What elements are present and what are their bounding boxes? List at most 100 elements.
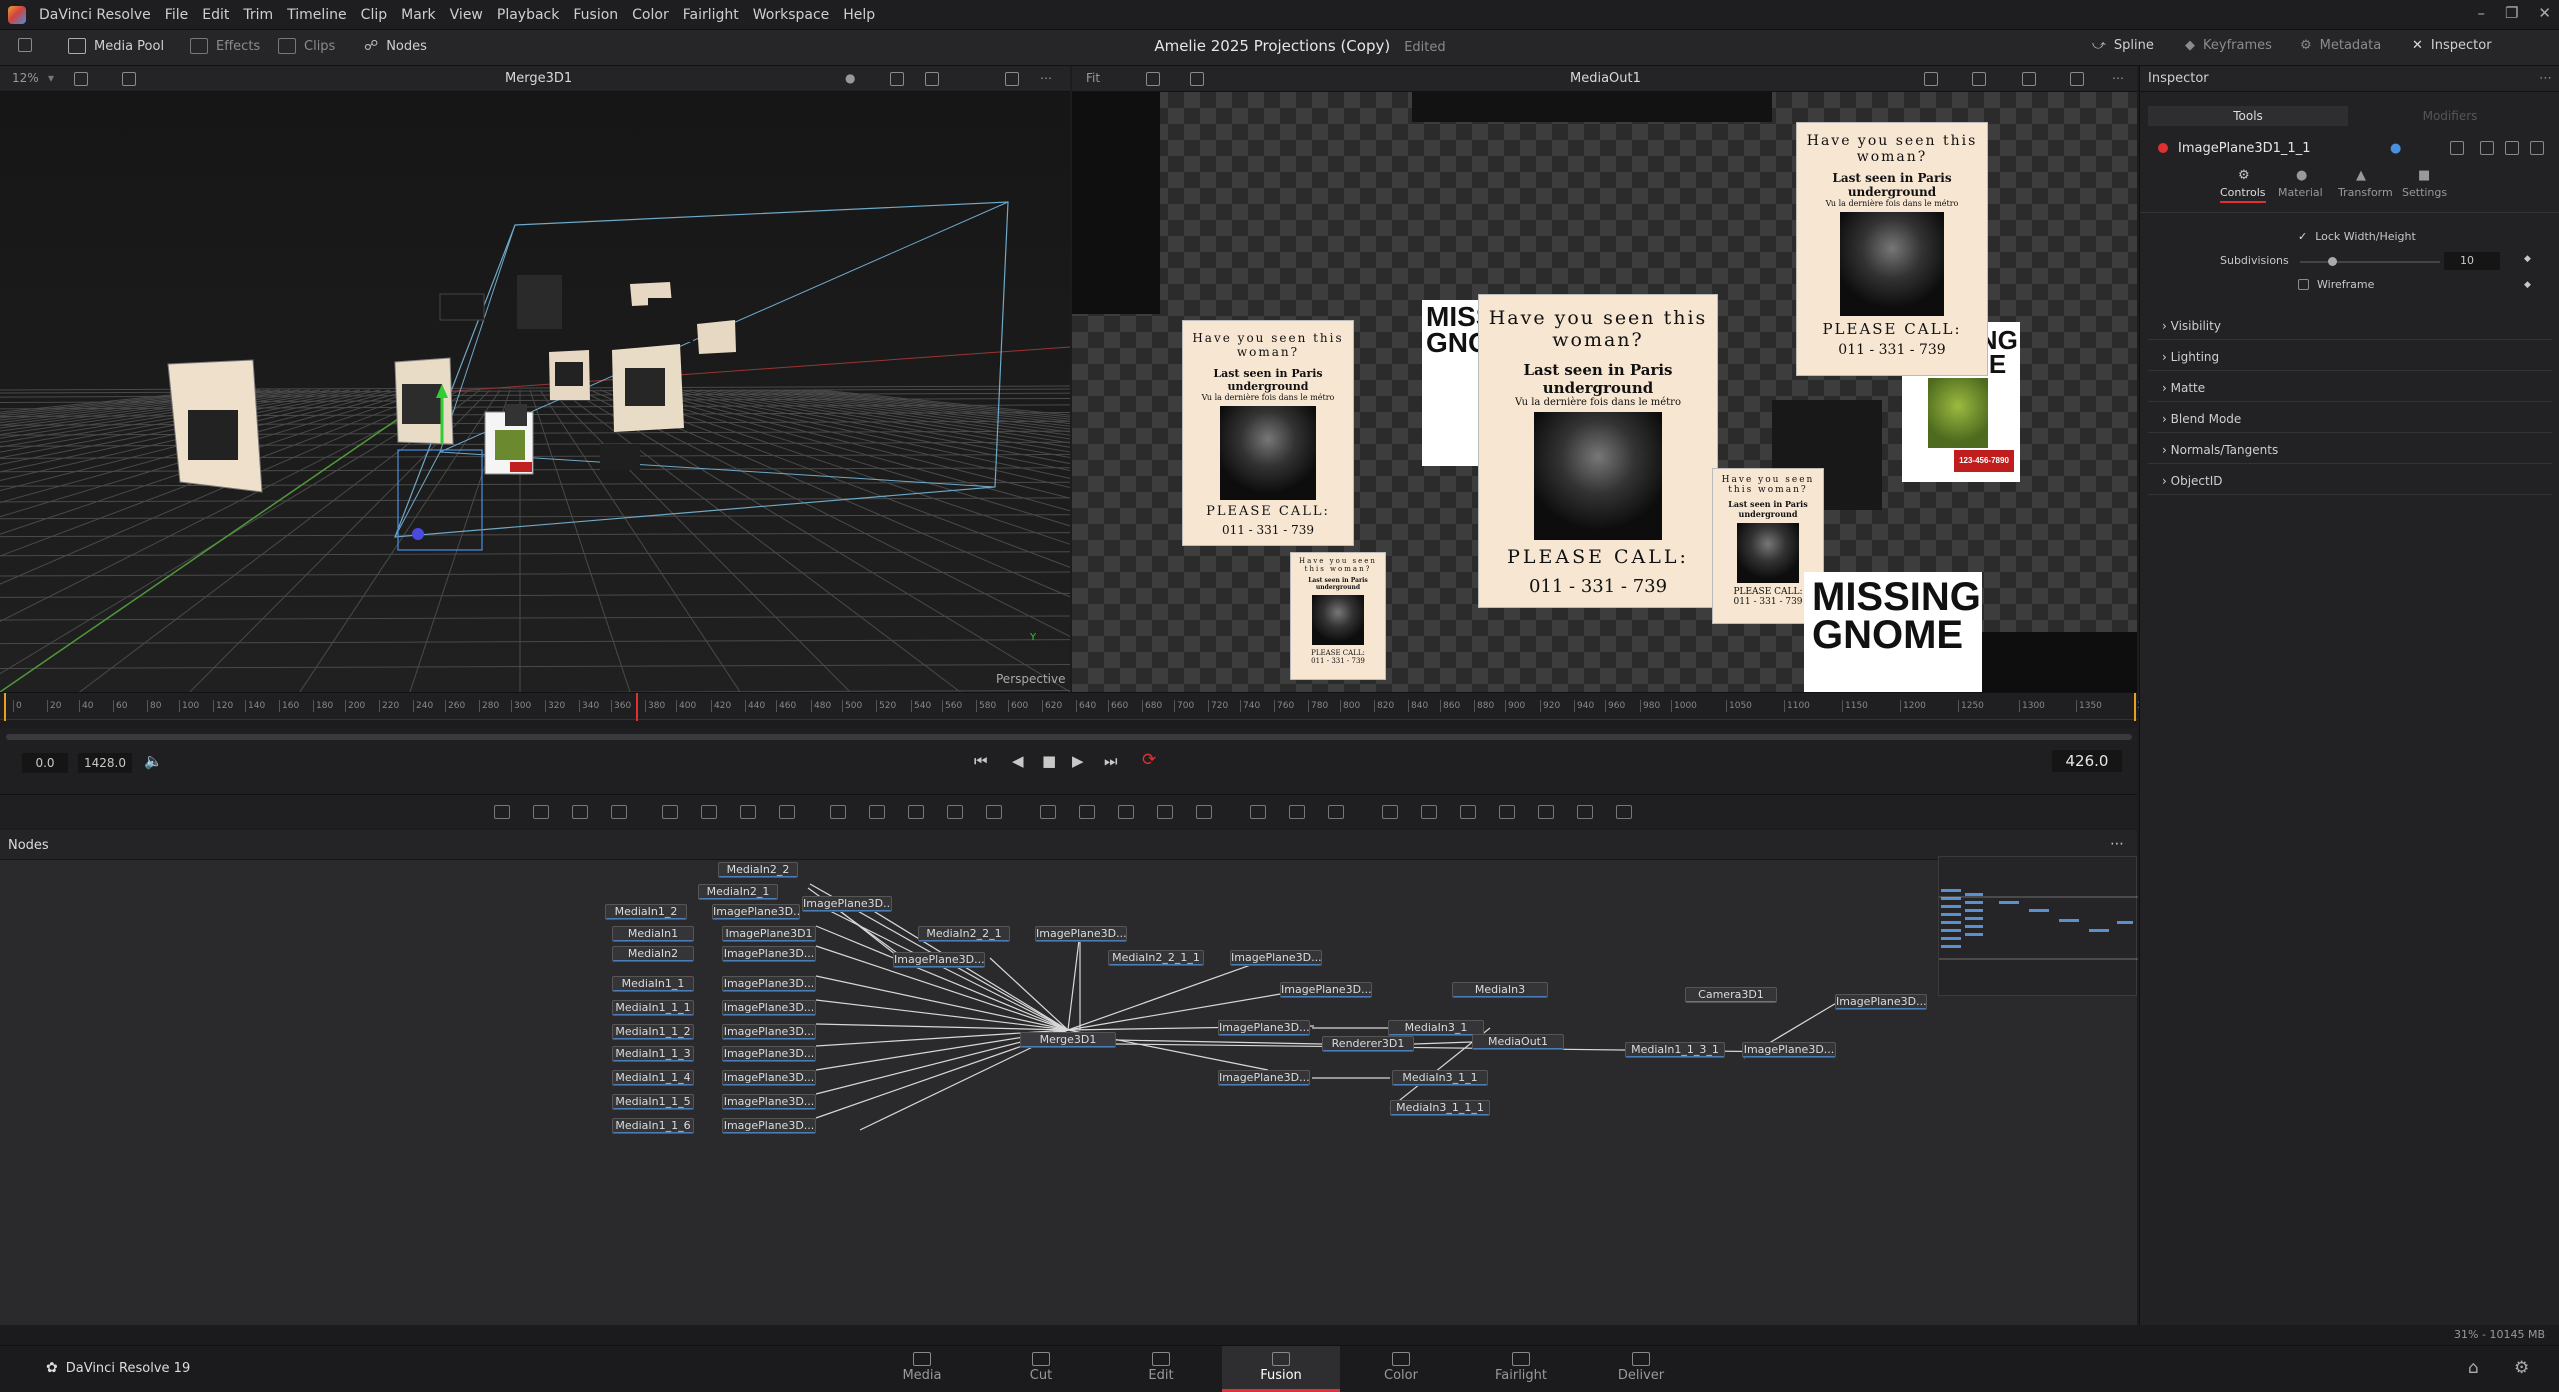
tool-light-icon[interactable] — [1577, 805, 1593, 819]
go-to-start-icon[interactable]: ⏮ — [974, 752, 988, 770]
keyframes-button[interactable]: ◆ Keyframes — [2185, 38, 2272, 53]
tool-drop-icon[interactable] — [779, 805, 795, 819]
wireframe-row[interactable]: Wireframe — [2298, 278, 2374, 291]
tool-brush-icon[interactable] — [611, 805, 627, 819]
node-imageplane3d[interactable]: ImagePlane3D... — [1230, 950, 1322, 966]
tool-lock-icon[interactable] — [2480, 141, 2494, 155]
tool-resize-icon[interactable] — [869, 805, 885, 819]
node-merge3d1[interactable]: Merge3D1 — [1020, 1032, 1116, 1048]
tool-image-plane-icon[interactable] — [1499, 805, 1515, 819]
node-mediain3-1-1-1[interactable]: MediaIn3_1_1_1 — [1390, 1100, 1490, 1116]
page-tab-fusion[interactable]: Fusion — [1222, 1346, 1340, 1392]
global-start-field[interactable]: 0.0 — [22, 753, 68, 773]
menu-help[interactable]: Help — [836, 7, 882, 23]
node-imageplane3d[interactable]: ImagePlane3D... — [722, 946, 816, 962]
checkbox-checked-icon[interactable]: ✓ — [2298, 230, 2307, 243]
tool-bitmap-icon[interactable] — [1196, 805, 1212, 819]
clips-button[interactable]: Clips — [278, 38, 335, 54]
menu-workspace[interactable]: Workspace — [746, 7, 837, 23]
subtab-transform[interactable]: Transform — [2338, 186, 2393, 199]
node-imageplane3d[interactable]: ImagePlane3D... — [722, 1094, 816, 1110]
current-frame-field[interactable]: 426.0 — [2052, 750, 2122, 772]
tool-transform-icon[interactable] — [908, 805, 924, 819]
node-camera3d1[interactable]: Camera3D1 — [1685, 987, 1777, 1003]
page-tab-cut[interactable]: Cut — [982, 1346, 1100, 1392]
scrub-bar[interactable] — [6, 734, 2132, 740]
subtab-controls[interactable]: Controls — [2220, 186, 2266, 203]
node-imageplane3d[interactable]: ImagePlane3D... — [722, 1000, 816, 1016]
node-imageplane3d[interactable]: ImagePlane3D... — [722, 1070, 816, 1086]
subtab-material[interactable]: Material — [2278, 186, 2323, 199]
left-viewer-more-icon[interactable]: ⋯ — [1040, 71, 1052, 85]
tool-letterbox-icon[interactable] — [986, 805, 1002, 819]
viewer-layout-icon[interactable] — [74, 72, 88, 86]
node-imageplane3d[interactable]: ImagePlane3D... — [802, 896, 892, 912]
right-view-mode-icon[interactable] — [2070, 72, 2084, 86]
tool-planar-tracker-icon[interactable] — [1289, 805, 1305, 819]
node-mediain1-1-3[interactable]: MediaIn1_1_3 — [612, 1046, 694, 1062]
tool-renderer-icon[interactable] — [1616, 805, 1632, 819]
subdivisions-value-field[interactable]: 10 — [2444, 252, 2500, 270]
node-mediaout1[interactable]: MediaOut1 — [1472, 1034, 1564, 1050]
tool-ellipse-icon[interactable] — [1079, 805, 1095, 819]
node-renderer3d1[interactable]: Renderer3D1 — [1322, 1036, 1414, 1052]
tool-bspline-icon[interactable] — [1157, 805, 1173, 819]
node-mediain1-1[interactable]: MediaIn1_1 — [612, 976, 694, 992]
menu-fairlight[interactable]: Fairlight — [676, 7, 746, 23]
right-viewer-more-icon[interactable]: ⋯ — [2112, 71, 2124, 85]
node-mediain3-1-1[interactable]: MediaIn3_1_1 — [1392, 1070, 1488, 1086]
menu-color[interactable]: Color — [625, 7, 676, 23]
page-tab-fairlight[interactable]: Fairlight — [1462, 1346, 1580, 1392]
node-mediain3[interactable]: MediaIn3 — [1452, 982, 1548, 998]
wireframe-keyframe-icon[interactable]: ◆ — [2524, 280, 2531, 290]
tool-version-dot-icon[interactable]: ● — [2390, 141, 2401, 156]
tool-rectangle-icon[interactable] — [1040, 805, 1056, 819]
menu-edit[interactable]: Edit — [195, 7, 236, 23]
menu-fusion[interactable]: Fusion — [566, 7, 625, 23]
media-pool-button[interactable]: Media Pool — [68, 38, 164, 54]
page-tab-deliver[interactable]: Deliver — [1582, 1346, 1700, 1392]
zoom-dropdown-right[interactable]: Fit — [1086, 71, 1100, 85]
viewer-options-icon[interactable]: ▾ — [48, 71, 54, 85]
node-mediain1-1-3-1[interactable]: MediaIn1_1_3_1 — [1625, 1042, 1725, 1058]
project-settings-gear-icon[interactable]: ⚙ — [2514, 1358, 2529, 1378]
subdivisions-slider-track[interactable] — [2300, 261, 2440, 263]
stop-icon[interactable]: ■ — [1042, 752, 1056, 770]
right-viewer-layout-icon[interactable] — [1146, 72, 1160, 86]
tool-color-dot[interactable] — [2158, 143, 2168, 153]
subtab-settings[interactable]: Settings — [2402, 186, 2447, 199]
go-to-end-icon[interactable]: ⏭ — [1104, 752, 1118, 770]
close-icon[interactable]: ✕ — [2538, 4, 2551, 22]
node-mediain1-1-1[interactable]: MediaIn1_1_1 — [612, 1000, 694, 1016]
menu-timeline[interactable]: Timeline — [280, 7, 354, 23]
tool-color-corrector-icon[interactable] — [740, 805, 756, 819]
tool-disable-icon[interactable] — [2505, 141, 2519, 155]
record-dot-icon[interactable]: ● — [845, 71, 855, 85]
node-imageplane3d[interactable]: ImagePlane3D... — [722, 976, 816, 992]
tool-paint-icon[interactable] — [533, 805, 549, 819]
node-imageplane3d[interactable]: ImagePlane3D... — [722, 1046, 816, 1062]
node-mediain2-2[interactable]: MediaIn2_2 — [718, 862, 798, 878]
node-mediain1-1-5[interactable]: MediaIn1_1_5 — [612, 1094, 694, 1110]
nodes-button[interactable]: ☍ Nodes — [364, 38, 427, 54]
zoom-dropdown-left[interactable]: 12% — [12, 71, 39, 85]
menu-clip[interactable]: Clip — [354, 7, 394, 23]
tool-text-icon[interactable] — [572, 805, 588, 819]
section-blend-mode[interactable]: › Blend Mode — [2148, 405, 2552, 433]
menu-playback[interactable]: Playback — [490, 7, 566, 23]
page-tab-media[interactable]: Media — [863, 1346, 981, 1392]
tool-tracker-icon[interactable] — [1250, 805, 1266, 819]
tab-modifiers[interactable]: Modifiers — [2350, 106, 2550, 126]
subdivisions-keyframe-icon[interactable]: ◆ — [2524, 254, 2531, 264]
tool-crop-icon[interactable] — [947, 805, 963, 819]
node-mediain1-1-6[interactable]: MediaIn1_1_6 — [612, 1118, 694, 1134]
tool-shape3d-icon[interactable] — [1382, 805, 1398, 819]
tool-merge3d-icon[interactable] — [1460, 805, 1476, 819]
node-imageplane3d[interactable]: ImagePlane3D... — [1280, 982, 1372, 998]
view-mode-icon[interactable] — [1005, 72, 1019, 86]
node-imageplane3d[interactable]: ImagePlane3D... — [1742, 1042, 1836, 1058]
menu-view[interactable]: View — [443, 7, 490, 23]
section-visibility[interactable]: › Visibility — [2148, 312, 2552, 340]
node-imageplane3d[interactable]: ImagePlane3D... — [1218, 1020, 1310, 1036]
tool-camera3d-icon[interactable] — [1538, 805, 1554, 819]
